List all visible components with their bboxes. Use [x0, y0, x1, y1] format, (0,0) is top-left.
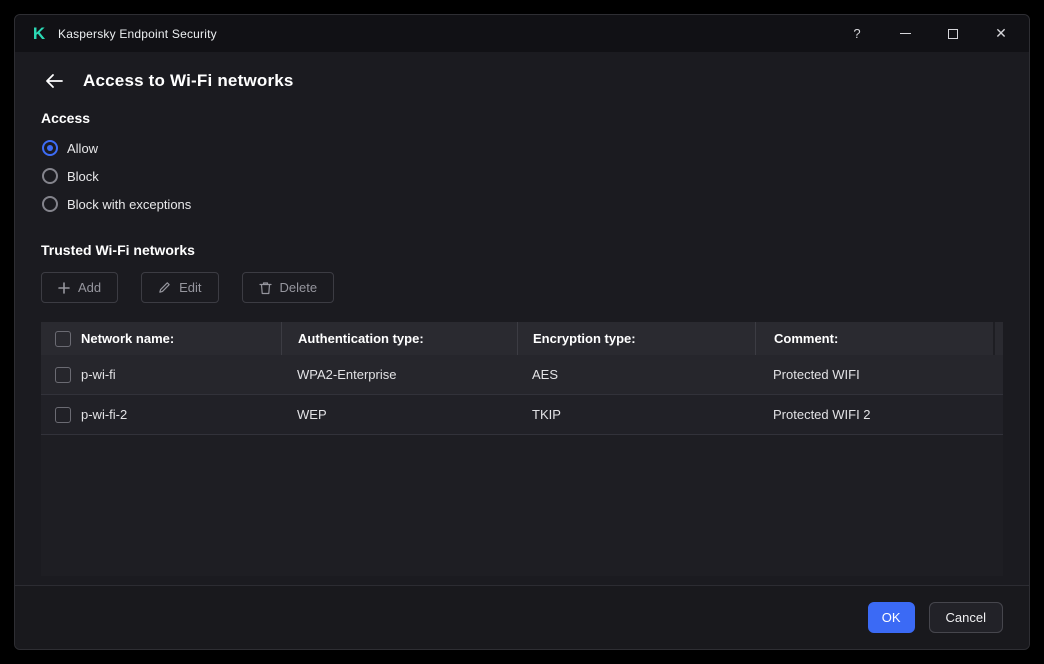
help-button[interactable]: ?: [843, 21, 871, 47]
trusted-networks-table: Network name: Authentication type: Encry…: [41, 322, 1003, 576]
radio-option-allow[interactable]: Allow: [41, 134, 1003, 162]
header-encryption-type[interactable]: Encryption type:: [517, 322, 755, 355]
access-section-label: Access: [41, 110, 1003, 126]
app-window: K Kaspersky Endpoint Security ? ✕ Access…: [14, 14, 1030, 650]
header-checkbox-cell: [41, 331, 81, 347]
page-title: Access to Wi-Fi networks: [83, 71, 294, 91]
minimize-icon: [900, 33, 911, 34]
minimize-button[interactable]: [891, 21, 919, 47]
page-header: Access to Wi-Fi networks: [41, 68, 1003, 94]
row-checkbox-cell: [41, 407, 81, 423]
select-all-checkbox[interactable]: [55, 331, 71, 347]
add-button[interactable]: Add: [41, 272, 118, 303]
radio-option-block[interactable]: Block: [41, 162, 1003, 190]
radio-option-block-exceptions[interactable]: Block with exceptions: [41, 190, 1003, 218]
radio-label: Block: [67, 169, 99, 184]
header-network-name[interactable]: Network name:: [81, 331, 281, 346]
header-authentication-type[interactable]: Authentication type:: [281, 322, 517, 355]
cancel-button[interactable]: Cancel: [929, 602, 1003, 633]
edit-button-label: Edit: [179, 280, 201, 295]
arrow-left-icon: [44, 73, 64, 89]
back-button[interactable]: [41, 68, 67, 94]
plus-icon: [58, 282, 70, 294]
delete-button[interactable]: Delete: [242, 272, 335, 303]
ok-button[interactable]: OK: [868, 602, 915, 633]
add-button-label: Add: [78, 280, 101, 295]
kaspersky-logo-icon: K: [29, 24, 49, 44]
trash-icon: [259, 281, 272, 295]
header-comment[interactable]: Comment:: [755, 322, 993, 355]
row-checkbox[interactable]: [55, 367, 71, 383]
trusted-section-label: Trusted Wi-Fi networks: [41, 242, 1003, 258]
cell-encryption-type: AES: [517, 367, 755, 382]
cell-network-name: p-wi-fi-2: [81, 407, 281, 422]
dialog-footer: OK Cancel: [15, 585, 1029, 649]
maximize-button[interactable]: [939, 21, 967, 47]
cell-authentication-type: WEP: [281, 407, 517, 422]
cell-network-name: p-wi-fi: [81, 367, 281, 382]
scrollbar-track[interactable]: [995, 322, 1003, 355]
radio-icon[interactable]: [42, 168, 58, 184]
radio-icon[interactable]: [42, 140, 58, 156]
close-button[interactable]: ✕: [987, 21, 1015, 47]
table-toolbar: Add Edit Delete: [41, 272, 1003, 303]
delete-button-label: Delete: [280, 280, 318, 295]
cell-comment: Protected WIFI: [755, 367, 1003, 382]
title-bar: K Kaspersky Endpoint Security ? ✕: [15, 15, 1029, 52]
table-row[interactable]: p-wi-fi WPA2-Enterprise AES Protected WI…: [41, 355, 1003, 395]
access-radio-group: Allow Block Block with exceptions: [41, 134, 1003, 218]
table-header-row: Network name: Authentication type: Encry…: [41, 322, 993, 355]
edit-button[interactable]: Edit: [141, 272, 218, 303]
radio-icon[interactable]: [42, 196, 58, 212]
table-row[interactable]: p-wi-fi-2 WEP TKIP Protected WIFI 2: [41, 395, 1003, 435]
row-checkbox-cell: [41, 367, 81, 383]
app-title: Kaspersky Endpoint Security: [58, 27, 217, 41]
cell-authentication-type: WPA2-Enterprise: [281, 367, 517, 382]
cell-encryption-type: TKIP: [517, 407, 755, 422]
window-controls: ? ✕: [843, 21, 1015, 47]
row-checkbox[interactable]: [55, 407, 71, 423]
radio-label: Allow: [67, 141, 98, 156]
maximize-icon: [948, 29, 958, 39]
content-area: Access to Wi-Fi networks Access Allow Bl…: [15, 52, 1029, 585]
pencil-icon: [158, 281, 171, 294]
cell-comment: Protected WIFI 2: [755, 407, 1003, 422]
radio-label: Block with exceptions: [67, 197, 191, 212]
